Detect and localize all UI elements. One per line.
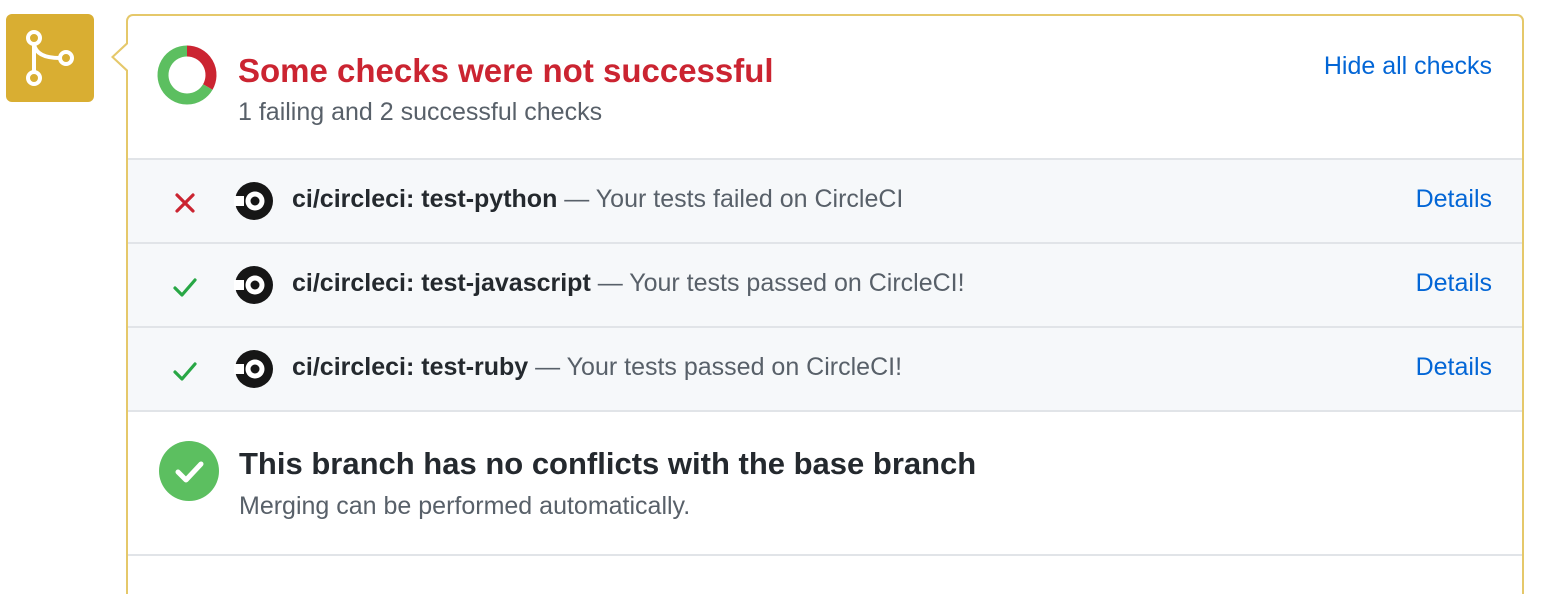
check-details-link[interactable]: Details bbox=[1416, 353, 1492, 382]
checks-summary: Some checks were not successful 1 failin… bbox=[128, 16, 1522, 160]
panel-pointer-fill bbox=[114, 44, 128, 70]
check-details-link[interactable]: Details bbox=[1416, 269, 1492, 298]
circleci-logo-icon bbox=[234, 350, 273, 388]
circleci-logo-icon bbox=[234, 182, 273, 220]
checks-summary-title: Some checks were not successful bbox=[238, 52, 774, 89]
merge-status-subtitle: Merging can be performed automatically. bbox=[239, 492, 691, 520]
checks-summary-subtitle: 1 failing and 2 successful checks bbox=[238, 98, 603, 126]
merge-checks-panel: Some checks were not successful 1 failin… bbox=[126, 14, 1524, 594]
merge-status-badge bbox=[6, 14, 94, 102]
donut-segment-failing bbox=[186, 45, 217, 90]
check-description: — Your tests failed on CircleCI bbox=[557, 185, 904, 213]
check-row-1: ci/circleci: test-javascript — Your test… bbox=[128, 244, 1522, 328]
git-merge-icon bbox=[26, 30, 74, 86]
donut-segments bbox=[157, 45, 217, 105]
check-row-0: ci/circleci: test-python — Your tests fa… bbox=[128, 160, 1522, 244]
check-name: ci/circleci: test-python bbox=[292, 185, 558, 213]
check-circle-icon bbox=[159, 441, 219, 501]
checks-donut-chart bbox=[157, 45, 217, 105]
check-description: — Your tests passed on CircleCI! bbox=[528, 353, 903, 381]
merge-status: This branch has no conflicts with the ba… bbox=[128, 412, 1522, 556]
check-icon bbox=[170, 356, 200, 386]
check-details-link[interactable]: Details bbox=[1416, 185, 1492, 214]
check-description: — Your tests passed on CircleCI! bbox=[590, 269, 965, 297]
check-icon bbox=[170, 272, 200, 302]
check-name: ci/circleci: test-ruby bbox=[292, 353, 529, 381]
hide-all-checks-link[interactable]: Hide all checks bbox=[1324, 52, 1492, 81]
circleci-logo-icon bbox=[234, 266, 273, 304]
check-name: ci/circleci: test-javascript bbox=[292, 269, 591, 297]
merge-status-title: This branch has no conflicts with the ba… bbox=[239, 446, 977, 481]
check-list: ci/circleci: test-python — Your tests fa… bbox=[128, 160, 1522, 412]
check-row-2: ci/circleci: test-ruby — Your tests pass… bbox=[128, 328, 1522, 412]
x-icon bbox=[170, 188, 200, 218]
